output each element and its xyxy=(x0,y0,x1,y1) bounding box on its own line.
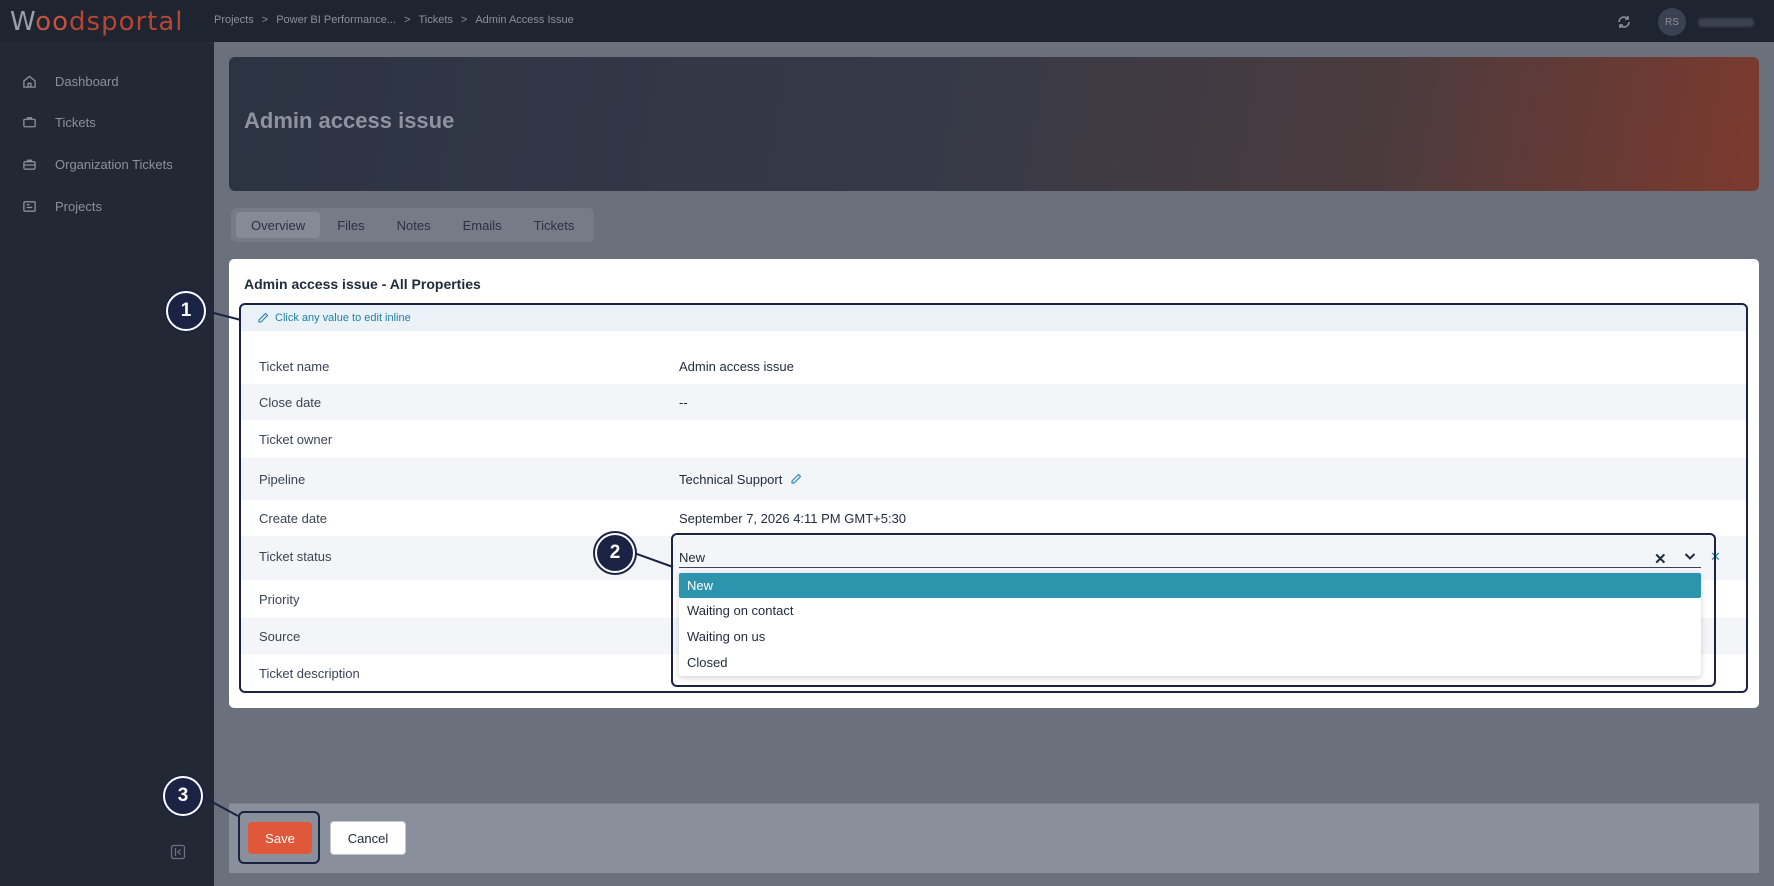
sidebar-item-projects[interactable]: Projects xyxy=(0,191,214,221)
annotation-box-status-dropdown xyxy=(671,533,1716,687)
cancel-button[interactable]: Cancel xyxy=(330,821,406,855)
tab-tickets[interactable]: Tickets xyxy=(519,212,590,238)
sidebar-item-label: Dashboard xyxy=(55,73,119,89)
annotation-marker-1: 1 xyxy=(166,291,206,331)
breadcrumb-separator: > xyxy=(261,14,269,26)
home-icon xyxy=(23,74,36,88)
tab-files[interactable]: Files xyxy=(322,212,379,238)
sidebar-item-tickets[interactable]: Tickets xyxy=(0,107,214,137)
annotation-box-save xyxy=(238,811,320,864)
sidebar-item-label: Tickets xyxy=(55,114,96,130)
collapse-sidebar-icon[interactable] xyxy=(170,844,186,860)
top-right-controls: RS xyxy=(1616,8,1754,36)
breadcrumb-separator: > xyxy=(460,14,468,26)
page-title: Admin access issue xyxy=(244,108,455,133)
form-footer xyxy=(229,803,1759,873)
sidebar-item-label: Organization Tickets xyxy=(55,156,173,172)
ticket-icon xyxy=(23,116,36,127)
annotation-marker-2: 2 xyxy=(595,533,635,573)
avatar: RS xyxy=(1658,8,1686,36)
card-title: Admin access issue - All Properties xyxy=(244,276,481,292)
breadcrumb-current: Admin Access Issue xyxy=(475,14,574,26)
tab-bar: Overview Files Notes Emails Tickets xyxy=(231,208,595,242)
logo-letters-rest: dsportal xyxy=(69,7,184,37)
ticket-banner xyxy=(229,57,1759,191)
user-name-blurred xyxy=(1698,17,1754,27)
tab-overview[interactable]: Overview xyxy=(236,212,321,238)
breadcrumb-tickets[interactable]: Tickets xyxy=(418,14,452,26)
breadcrumb-projects[interactable]: Projects xyxy=(214,14,254,26)
top-bar: Woodsportal Projects > Power BI Performa… xyxy=(0,0,1774,42)
tab-notes[interactable]: Notes xyxy=(382,212,446,238)
breadcrumb-separator: > xyxy=(404,14,411,26)
breadcrumb: Projects > Power BI Performance... > Tic… xyxy=(214,14,574,26)
woodsportal-logo[interactable]: Woodsportal xyxy=(10,7,184,37)
annotation-marker-3: 3 xyxy=(163,776,203,816)
sidebar-item-label: Projects xyxy=(55,198,102,214)
breadcrumb-project[interactable]: Power BI Performance... xyxy=(276,14,396,26)
sidebar-item-dashboard[interactable]: Dashboard xyxy=(0,66,214,96)
sidebar-item-organization-tickets[interactable]: Organization Tickets xyxy=(0,149,214,179)
logo-letters-oo: oo xyxy=(35,7,70,37)
sidebar: Dashboard Tickets Organization Tickets P… xyxy=(0,42,214,886)
logo-letter-w: W xyxy=(10,7,36,37)
briefcase-icon xyxy=(23,159,36,170)
user-menu[interactable]: RS xyxy=(1658,8,1754,36)
sync-icon[interactable] xyxy=(1616,14,1632,30)
folder-icon xyxy=(23,200,36,212)
tab-emails[interactable]: Emails xyxy=(448,212,517,238)
